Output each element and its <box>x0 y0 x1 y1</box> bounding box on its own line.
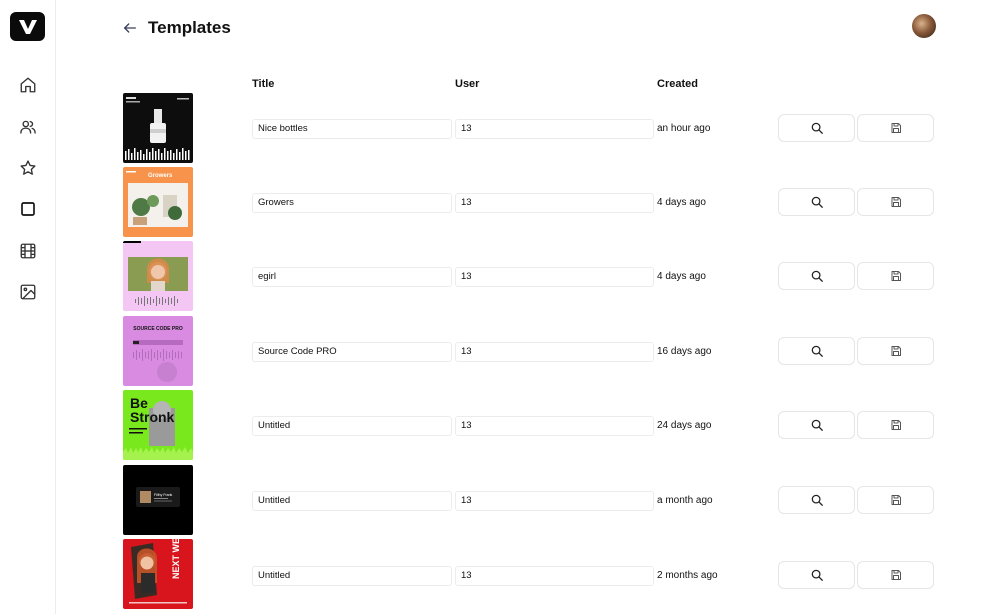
user-input[interactable]: 13 <box>455 491 654 511</box>
search-button[interactable] <box>778 262 855 290</box>
template-thumbnail[interactable]: NEXT WE EPISO <box>123 539 193 609</box>
template-thumbnail[interactable]: SOURCE CODE PRO <box>123 316 193 386</box>
table-row: Filthy Frank Untitled 13 a month ago <box>0 465 1000 535</box>
page-title: Templates <box>148 18 231 37</box>
table-row: Growers Growers 13 4 days ago <box>0 167 1000 237</box>
save-button[interactable] <box>857 486 934 514</box>
template-thumbnail[interactable]: Growers <box>123 167 193 237</box>
save-button[interactable] <box>857 188 934 216</box>
table-row: SOURCE CODE PRO Source Code PRO 13 16 da… <box>0 316 1000 386</box>
user-input[interactable]: 13 <box>455 119 654 139</box>
table-row: Be Stronk Untitled 13 24 days ago <box>0 390 1000 460</box>
save-icon <box>891 420 901 430</box>
search-icon <box>811 569 823 581</box>
title-input[interactable]: Untitled <box>252 566 452 586</box>
table-row: egirl 13 4 days ago <box>0 241 1000 311</box>
column-header-title: Title <box>252 78 275 90</box>
bottle-thumbnail-graphic <box>125 97 190 160</box>
save-icon <box>891 570 901 580</box>
search-button[interactable] <box>778 114 855 142</box>
search-button[interactable] <box>778 411 855 439</box>
created-time: 24 days ago <box>657 420 712 431</box>
back-button[interactable] <box>120 18 140 38</box>
created-time: 4 days ago <box>657 197 706 208</box>
user-input[interactable]: 13 <box>455 566 654 586</box>
save-icon <box>891 346 901 356</box>
arrow-left-icon <box>124 23 136 33</box>
user-input[interactable]: 13 <box>455 267 654 287</box>
title-input[interactable]: Untitled <box>252 491 452 511</box>
save-icon <box>891 495 901 505</box>
thumbnail-name: Filthy Frank <box>154 493 173 497</box>
column-header-user: User <box>455 78 480 90</box>
template-thumbnail[interactable]: Be Stronk <box>123 390 193 460</box>
search-icon <box>811 419 823 431</box>
thumbnail-heading-line2: Stronk <box>130 409 175 425</box>
save-button[interactable] <box>857 337 934 365</box>
save-icon <box>891 123 901 133</box>
save-icon <box>891 197 901 207</box>
save-button[interactable] <box>857 561 934 589</box>
search-icon <box>811 494 823 506</box>
title-input[interactable]: Untitled <box>252 416 452 436</box>
save-button[interactable] <box>857 114 934 142</box>
created-time: an hour ago <box>657 123 711 134</box>
search-button[interactable] <box>778 337 855 365</box>
created-time: 4 days ago <box>657 271 706 282</box>
save-icon <box>891 271 901 281</box>
search-icon <box>811 270 823 282</box>
home-icon <box>20 77 36 93</box>
episode-thumbnail-graphic: NEXT WE EPISO <box>129 539 187 604</box>
source-code-thumbnail-graphic: SOURCE CODE PRO <box>133 326 183 382</box>
title-input[interactable]: Growers <box>252 193 452 213</box>
created-time: 16 days ago <box>657 346 712 357</box>
logo-v-icon <box>18 19 37 34</box>
column-header-created: Created <box>657 78 698 90</box>
user-input[interactable]: 13 <box>455 342 654 362</box>
user-avatar[interactable] <box>912 14 936 38</box>
search-icon <box>811 345 823 357</box>
template-thumbnail[interactable] <box>123 93 193 163</box>
thumbnail-heading: NEXT WE EPISO <box>171 539 181 579</box>
egirl-thumbnail-graphic <box>123 241 188 306</box>
search-icon <box>811 196 823 208</box>
save-button[interactable] <box>857 262 934 290</box>
save-button[interactable] <box>857 411 934 439</box>
user-input[interactable]: 13 <box>455 193 654 213</box>
svg-text:Growers: Growers <box>148 173 173 179</box>
growers-thumbnail-graphic: Growers <box>126 171 188 227</box>
title-input[interactable]: egirl <box>252 267 452 287</box>
table-row: NEXT WE EPISO Untitled 13 2 months ago <box>0 539 1000 609</box>
template-thumbnail[interactable] <box>123 241 193 311</box>
thumbnail-heading: SOURCE CODE PRO <box>133 326 183 332</box>
be-stronk-thumbnail-graphic: Be Stronk <box>123 395 193 460</box>
template-thumbnail[interactable]: Filthy Frank <box>123 465 193 535</box>
created-time: a month ago <box>657 495 713 506</box>
search-icon <box>811 122 823 134</box>
created-time: 2 months ago <box>657 570 718 581</box>
podcast-thumbnail-graphic: Filthy Frank <box>136 487 180 507</box>
app-logo[interactable] <box>10 12 45 41</box>
title-input[interactable]: Nice bottles <box>252 119 452 139</box>
search-button[interactable] <box>778 561 855 589</box>
search-button[interactable] <box>778 486 855 514</box>
user-input[interactable]: 13 <box>455 416 654 436</box>
table-row: Nice bottles 13 an hour ago <box>0 93 1000 163</box>
title-input[interactable]: Source Code PRO <box>252 342 452 362</box>
page-header: Templates <box>120 14 231 42</box>
search-button[interactable] <box>778 188 855 216</box>
